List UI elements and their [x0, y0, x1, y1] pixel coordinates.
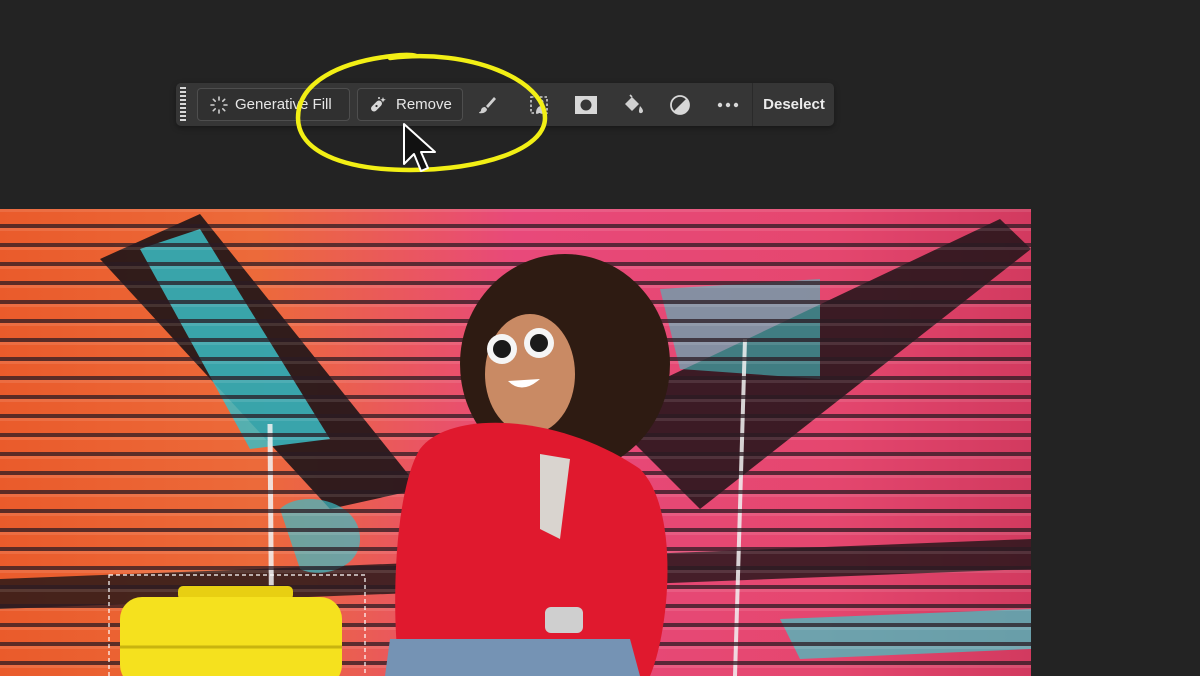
drag-handle[interactable]: [179, 85, 187, 124]
fill-bucket-icon[interactable]: [619, 91, 647, 119]
more-icon[interactable]: [714, 91, 742, 119]
sparkle-spinner-icon: [210, 95, 228, 114]
document-canvas-image[interactable]: [0, 209, 1031, 676]
remove-button[interactable]: Remove: [357, 88, 463, 121]
select-subject-icon[interactable]: [525, 91, 553, 119]
mask-icon[interactable]: [572, 91, 600, 119]
bandage-sparkle-icon: [371, 96, 386, 111]
contextual-task-bar: Generative Fill Remove Deselect: [176, 83, 834, 126]
brush-icon[interactable]: [473, 91, 501, 119]
generative-fill-label: Generative Fill: [235, 96, 332, 113]
generative-fill-button[interactable]: Generative Fill: [197, 88, 350, 121]
deselect-button[interactable]: Deselect: [752, 83, 835, 126]
adjustment-icon[interactable]: [666, 91, 694, 119]
remove-label: Remove: [396, 96, 452, 113]
yellow-suitcase: [120, 586, 342, 676]
cursor-arrow-icon: [403, 123, 436, 172]
